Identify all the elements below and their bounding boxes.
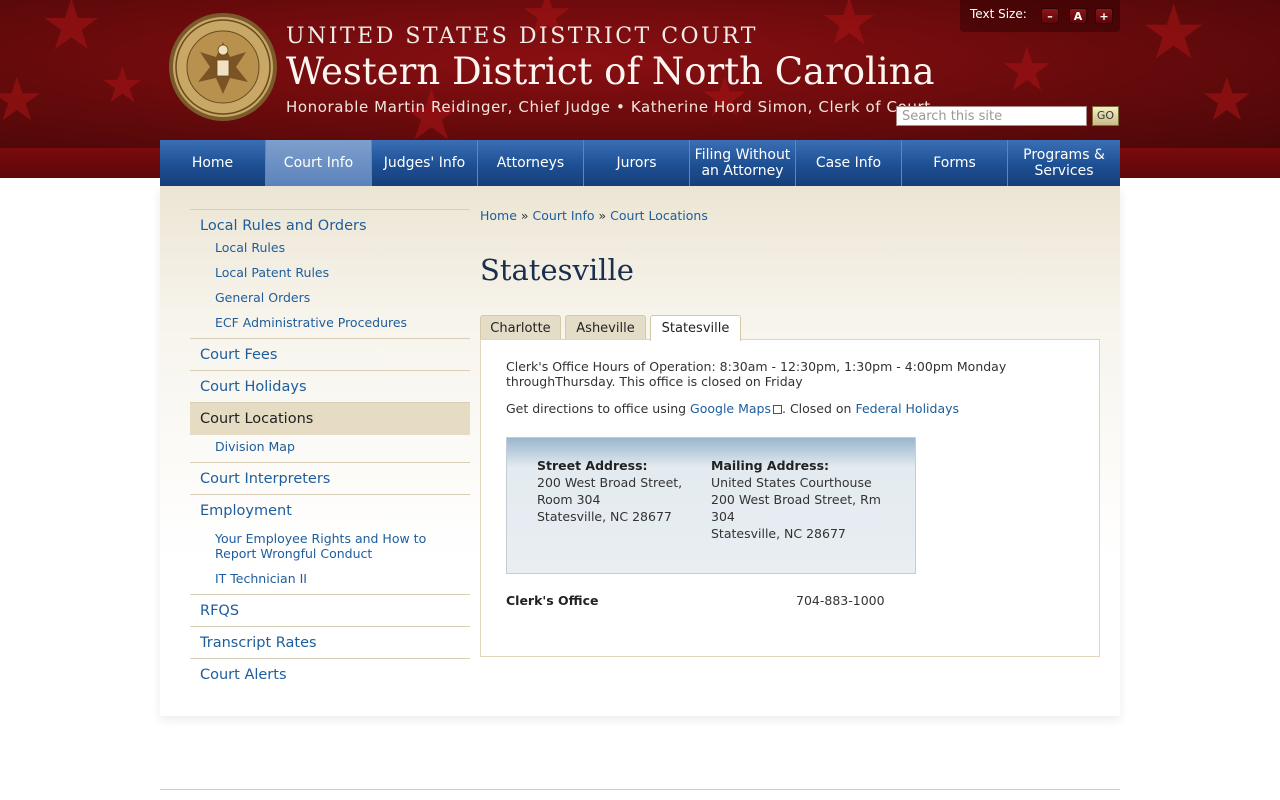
- sidebar-item-court-fees[interactable]: Court Fees: [190, 339, 470, 371]
- street-address-heading: Street Address:: [537, 458, 648, 473]
- breadcrumb-separator: »: [520, 208, 529, 223]
- breadcrumb-court-info[interactable]: Court Info: [533, 208, 595, 223]
- google-maps-link[interactable]: Google Maps: [690, 401, 771, 416]
- sidebar: Local Rules and Orders Local Rules Local…: [190, 209, 470, 691]
- sidebar-subitem-division-map[interactable]: Division Map: [190, 439, 470, 454]
- nav-case-info[interactable]: Case Info: [796, 140, 902, 186]
- breadcrumb-home[interactable]: Home: [480, 208, 517, 223]
- sidebar-item-court-alerts[interactable]: Court Alerts: [190, 659, 470, 691]
- sidebar-item-court-locations[interactable]: Court Locations: [190, 403, 470, 435]
- sidebar-subitem-employee-rights[interactable]: Your Employee Rights and How to Report W…: [190, 531, 470, 561]
- nav-judges-info[interactable]: Judges' Info: [372, 140, 478, 186]
- mailing-address-heading: Mailing Address:: [711, 458, 830, 473]
- nav-attorneys[interactable]: Attorneys: [478, 140, 584, 186]
- nav-filing-without-attorney[interactable]: Filing Without an Attorney: [690, 140, 796, 186]
- star-decoration-icon: ★: [40, 0, 103, 66]
- mailing-address-line: 304: [711, 509, 735, 524]
- breadcrumb: Home » Court Info » Court Locations: [480, 208, 708, 223]
- star-decoration-icon: ★: [100, 56, 145, 114]
- footer-divider: [160, 789, 1120, 790]
- sidebar-subitem-ecf-procedures[interactable]: ECF Administrative Procedures: [190, 315, 470, 330]
- street-address-line: Statesville, NC 28677: [537, 509, 672, 524]
- search-go-button[interactable]: GO: [1092, 106, 1119, 126]
- star-decoration-icon: ★: [0, 65, 44, 135]
- court-seal-icon: [169, 13, 277, 121]
- star-decoration-icon: ★: [820, 0, 879, 60]
- mailing-address-line: United States Courthouse: [711, 475, 872, 490]
- tab-asheville[interactable]: Asheville: [565, 315, 646, 340]
- sidebar-subitem-local-rules[interactable]: Local Rules: [190, 240, 470, 255]
- closed-text: . Closed on: [782, 401, 856, 416]
- clerk-office-label: Clerk's Office: [506, 593, 599, 608]
- street-address-line: Room 304: [537, 492, 601, 507]
- mailing-address: Mailing Address: United States Courthous…: [711, 457, 881, 542]
- mailing-address-line: 200 West Broad Street, Rm: [711, 492, 881, 507]
- tab-statesville[interactable]: Statesville: [650, 315, 741, 341]
- breadcrumb-court-locations[interactable]: Court Locations: [610, 208, 708, 223]
- street-address: Street Address: 200 West Broad Street, R…: [537, 457, 682, 525]
- text-size-reset-button[interactable]: A: [1069, 8, 1087, 24]
- directions-line: Get directions to office using Google Ma…: [506, 401, 959, 416]
- sidebar-item-court-holidays[interactable]: Court Holidays: [190, 371, 470, 403]
- court-line: UNITED STATES DISTRICT COURT: [286, 24, 758, 49]
- text-size-label: Text Size:: [970, 7, 1027, 21]
- tab-charlotte[interactable]: Charlotte: [480, 315, 561, 340]
- sidebar-subitem-local-patent-rules[interactable]: Local Patent Rules: [190, 265, 470, 280]
- street-address-line: 200 West Broad Street,: [537, 475, 683, 490]
- star-decoration-icon: ★: [1000, 35, 1054, 105]
- page-title: Statesville: [480, 253, 634, 287]
- directions-prefix: Get directions to office using: [506, 401, 691, 416]
- sidebar-item-employment[interactable]: Employment: [190, 495, 470, 527]
- sidebar-item-court-interpreters[interactable]: Court Interpreters: [190, 463, 470, 495]
- nav-court-info[interactable]: Court Info: [266, 140, 372, 186]
- search-input[interactable]: [896, 106, 1087, 126]
- text-size-decrease-button[interactable]: –: [1041, 8, 1059, 24]
- star-decoration-icon: ★: [1140, 0, 1208, 76]
- breadcrumb-separator: »: [598, 208, 607, 223]
- office-hours-text: Clerk's Office Hours of Operation: 8:30a…: [506, 359, 1007, 389]
- nav-home[interactable]: Home: [160, 140, 266, 186]
- judge-clerk-line: Honorable Martin Reidinger, Chief Judge …: [286, 98, 931, 116]
- sidebar-group-employment: Employment Your Employee Rights and How …: [190, 495, 470, 595]
- mailing-address-line: Statesville, NC 28677: [711, 526, 846, 541]
- main-nav: Home Court Info Judges' Info Attorneys J…: [160, 140, 1120, 186]
- sidebar-subitem-it-technician[interactable]: IT Technician II: [190, 571, 470, 586]
- text-size-increase-button[interactable]: +: [1095, 8, 1113, 24]
- sidebar-item-local-rules-orders[interactable]: Local Rules and Orders: [190, 210, 470, 240]
- sidebar-subitem-general-orders[interactable]: General Orders: [190, 290, 470, 305]
- star-decoration-icon: ★: [1200, 65, 1254, 135]
- external-link-icon: [773, 405, 782, 414]
- sidebar-group-court-locations: Court Locations Division Map: [190, 403, 470, 463]
- nav-programs-services[interactable]: Programs & Services: [1008, 140, 1120, 186]
- nav-forms[interactable]: Forms: [902, 140, 1008, 186]
- district-title[interactable]: Western District of North Carolina: [286, 50, 935, 93]
- sidebar-group-local-rules: Local Rules and Orders Local Rules Local…: [190, 209, 470, 339]
- sidebar-item-transcript-rates[interactable]: Transcript Rates: [190, 627, 470, 659]
- sidebar-item-rfqs[interactable]: RFQS: [190, 595, 470, 627]
- nav-jurors[interactable]: Jurors: [584, 140, 690, 186]
- federal-holidays-link[interactable]: Federal Holidays: [855, 401, 959, 416]
- clerk-office-phone: 704-883-1000: [796, 593, 885, 608]
